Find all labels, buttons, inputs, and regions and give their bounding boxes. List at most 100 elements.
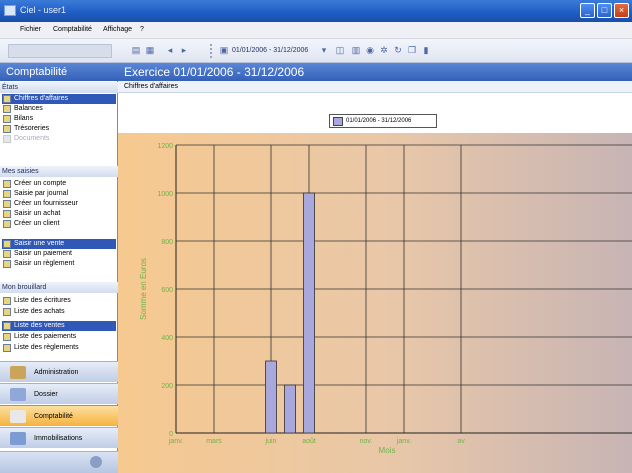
y-tick-label: 600 bbox=[161, 287, 173, 294]
sidebar-item-balances[interactable]: Balances bbox=[2, 104, 116, 114]
chart-panel: 01/01/2006 - 31/12/2006 0 200 400 600 800 100… bbox=[118, 93, 632, 473]
chart-background bbox=[118, 133, 632, 473]
sidebar-item-liste-ventes[interactable]: Liste des ventes bbox=[2, 321, 116, 331]
info-icon[interactable]: ▮ bbox=[420, 44, 432, 56]
title-bar: Ciel - user1 _ □ × bbox=[0, 0, 632, 22]
sidebar-item-liste-reglements[interactable]: Liste des règlements bbox=[2, 343, 116, 353]
settlement-icon bbox=[3, 260, 11, 268]
toolbar-grip bbox=[210, 44, 213, 58]
more-icon[interactable] bbox=[90, 456, 102, 468]
close-button[interactable]: × bbox=[614, 3, 629, 18]
sidebar-item-liste-achats[interactable]: Liste des achats bbox=[2, 307, 116, 317]
bar-juil. bbox=[284, 384, 296, 434]
print-icon[interactable]: ▤ bbox=[130, 44, 142, 56]
x-tick-label: janv. bbox=[168, 438, 183, 445]
sidebar-item-saisir-paiement[interactable]: Saisir un paiement bbox=[2, 249, 116, 259]
sidebar-item-saisir-achat[interactable]: Saisir un achat bbox=[2, 209, 116, 219]
nav-overflow-strip bbox=[0, 451, 118, 473]
supplier-icon bbox=[3, 200, 11, 208]
section-mon-brouillard: Mon brouillard bbox=[0, 282, 118, 293]
menu-affichage[interactable]: Affichage bbox=[103, 26, 132, 33]
y-axis-label: Somme en Euros bbox=[139, 258, 148, 320]
money-icon bbox=[3, 125, 11, 133]
assets-icon bbox=[10, 432, 26, 445]
bar-juin bbox=[265, 360, 277, 434]
y-tick-label: 200 bbox=[161, 383, 173, 390]
sale-icon bbox=[3, 240, 11, 248]
toolbar: ▤ ▦ ◂ ▸ ▣ 01/01/2006 - 31/12/2006 ▾ ◫ ▥ … bbox=[0, 39, 632, 63]
chart-icon[interactable]: ▥ bbox=[350, 44, 362, 56]
nav-immobilisations[interactable]: Immobilisations bbox=[0, 427, 118, 448]
x-tick-label: nov. bbox=[360, 438, 373, 445]
y-tick-label: 800 bbox=[161, 239, 173, 246]
administration-icon bbox=[10, 366, 26, 379]
dropdown-icon[interactable]: ▾ bbox=[318, 44, 330, 56]
sidebar-item-bilans[interactable]: Bilans bbox=[2, 114, 116, 124]
toolbar-field[interactable] bbox=[8, 44, 112, 58]
section-etats: États bbox=[0, 82, 118, 93]
page-title: Exercice 01/01/2006 - 31/12/2006 bbox=[118, 63, 632, 81]
folder-icon bbox=[10, 388, 26, 401]
x-tick-label: av bbox=[457, 438, 465, 445]
client-icon bbox=[3, 220, 11, 228]
scale-icon bbox=[3, 105, 11, 113]
sidebar-item-documents[interactable]: Documents bbox=[2, 134, 116, 144]
date-range-select[interactable]: 01/01/2006 - 31/12/2006 bbox=[232, 44, 308, 58]
page-subtitle: Chiffres d'affaires bbox=[118, 81, 632, 93]
list-icon bbox=[3, 322, 11, 330]
sidebar-item-saisie-journal[interactable]: Saisie par journal bbox=[2, 189, 116, 199]
copy-icon[interactable]: ❐ bbox=[406, 44, 418, 56]
menu-fichier[interactable]: Fichier bbox=[20, 26, 41, 33]
calendar-icon[interactable]: ▣ bbox=[218, 44, 230, 56]
nav-dossier[interactable]: Dossier bbox=[0, 383, 118, 404]
nav-comptabilite[interactable]: Comptabilité bbox=[0, 405, 118, 426]
export-icon[interactable]: ▦ bbox=[144, 44, 156, 56]
refresh-icon[interactable]: ↻ bbox=[392, 44, 404, 56]
nav-administration[interactable]: Administration bbox=[0, 361, 118, 382]
sidebar-item-chiffres-affaires[interactable]: Chiffres d'affaires bbox=[2, 94, 116, 104]
sidebar-item-creer-compte[interactable]: Créer un compte bbox=[2, 179, 116, 189]
back-icon[interactable]: ◂ bbox=[164, 44, 176, 56]
sidebar-item-tresoreries[interactable]: Trésoreries bbox=[2, 124, 116, 134]
sidebar: Comptabilité États Chiffres d'affaires B… bbox=[0, 63, 118, 473]
period-icon[interactable]: ◫ bbox=[334, 44, 346, 56]
sales-chart: 0 200 400 600 800 1000 1200 janv. mars juin août no… bbox=[118, 133, 632, 473]
section-mes-saisies: Mes saisies bbox=[0, 166, 118, 177]
sidebar-item-saisir-vente[interactable]: Saisir une vente bbox=[2, 239, 116, 249]
app-icon bbox=[4, 5, 16, 16]
y-tick-label: 1200 bbox=[157, 143, 173, 150]
pen-icon bbox=[10, 410, 26, 423]
x-tick-label: juin bbox=[265, 438, 277, 445]
report-icon bbox=[3, 115, 11, 123]
list-icon bbox=[3, 344, 11, 352]
x-tick-label: mars bbox=[206, 438, 222, 445]
list-icon bbox=[3, 297, 11, 305]
menu-bar: Fichier Comptabilité Affichage ? bbox=[0, 22, 632, 39]
x-tick-label: janv. bbox=[396, 438, 411, 445]
sidebar-item-liste-ecritures[interactable]: Liste des écritures bbox=[2, 296, 116, 306]
sidebar-item-creer-client[interactable]: Créer un client bbox=[2, 219, 116, 229]
sidebar-item-saisir-reglement[interactable]: Saisir un règlement bbox=[2, 259, 116, 269]
sidebar-item-creer-fournisseur[interactable]: Créer un fournisseur bbox=[2, 199, 116, 209]
window-title: Ciel - user1 bbox=[20, 5, 67, 15]
y-tick-label: 0 bbox=[169, 431, 173, 438]
sidebar-item-liste-paiements[interactable]: Liste des paiements bbox=[2, 332, 116, 342]
list-icon bbox=[3, 308, 11, 316]
list-icon bbox=[3, 333, 11, 341]
document-icon bbox=[3, 135, 11, 143]
bar-août bbox=[303, 192, 315, 434]
settings-icon[interactable]: ✲ bbox=[378, 44, 390, 56]
minimize-button[interactable]: _ bbox=[580, 3, 595, 18]
maximize-button[interactable]: □ bbox=[597, 3, 612, 18]
chart-icon bbox=[3, 95, 11, 103]
y-tick-label: 400 bbox=[161, 335, 173, 342]
menu-comptabilite[interactable]: Comptabilité bbox=[53, 26, 92, 33]
forward-icon[interactable]: ▸ bbox=[178, 44, 190, 56]
x-axis-label: Mois bbox=[379, 446, 396, 455]
account-icon bbox=[3, 180, 11, 188]
sidebar-title: Comptabilité bbox=[0, 63, 118, 81]
zoom-icon[interactable]: ◉ bbox=[364, 44, 376, 56]
journal-icon bbox=[3, 190, 11, 198]
y-tick-label: 1000 bbox=[157, 191, 173, 198]
menu-help[interactable]: ? bbox=[140, 26, 144, 33]
